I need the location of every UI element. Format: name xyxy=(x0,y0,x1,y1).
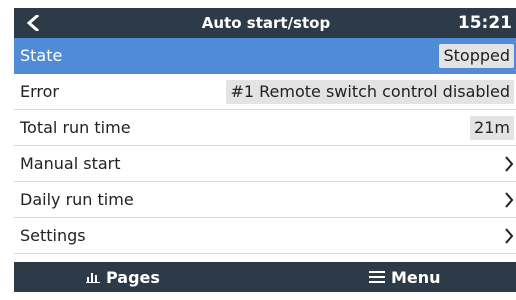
bar-chart-icon xyxy=(86,273,100,283)
row-label: Daily run time xyxy=(20,190,134,209)
hamburger-icon xyxy=(369,271,385,283)
error-value: #1 Remote switch control disabled xyxy=(226,80,514,104)
pages-button[interactable]: Pages xyxy=(86,262,160,292)
device-frame: Auto start/stop 15:21 State Stopped Erro… xyxy=(0,0,516,300)
screen: Auto start/stop 15:21 State Stopped Erro… xyxy=(14,8,516,292)
pages-label: Pages xyxy=(106,267,160,287)
clock: 15:21 xyxy=(457,13,512,33)
row-settings[interactable]: Settings xyxy=(14,218,516,254)
row-label: Total run time xyxy=(20,118,131,137)
row-manual-start[interactable]: Manual start xyxy=(14,146,516,182)
chevron-right-icon xyxy=(505,228,514,244)
row-label: Error xyxy=(20,82,59,101)
row-state[interactable]: State Stopped xyxy=(14,38,516,74)
header-bar: Auto start/stop 15:21 xyxy=(14,8,516,38)
row-total-run-time[interactable]: Total run time 21m xyxy=(14,110,516,146)
state-value: Stopped xyxy=(439,44,514,68)
row-daily-run-time[interactable]: Daily run time xyxy=(14,182,516,218)
chevron-right-icon xyxy=(505,192,514,208)
menu-label: Menu xyxy=(391,267,441,287)
total-run-time-value: 21m xyxy=(470,116,514,140)
row-error[interactable]: Error #1 Remote switch control disabled xyxy=(14,74,516,110)
page-title: Auto start/stop xyxy=(201,14,331,32)
menu-button[interactable]: Menu xyxy=(369,262,441,292)
row-label: State xyxy=(20,46,63,65)
chevron-right-icon xyxy=(505,156,514,172)
settings-list: State Stopped Error #1 Remote switch con… xyxy=(14,38,516,254)
row-label: Manual start xyxy=(20,154,121,173)
footer-bar: Pages Menu xyxy=(14,262,516,292)
row-label: Settings xyxy=(20,226,86,245)
